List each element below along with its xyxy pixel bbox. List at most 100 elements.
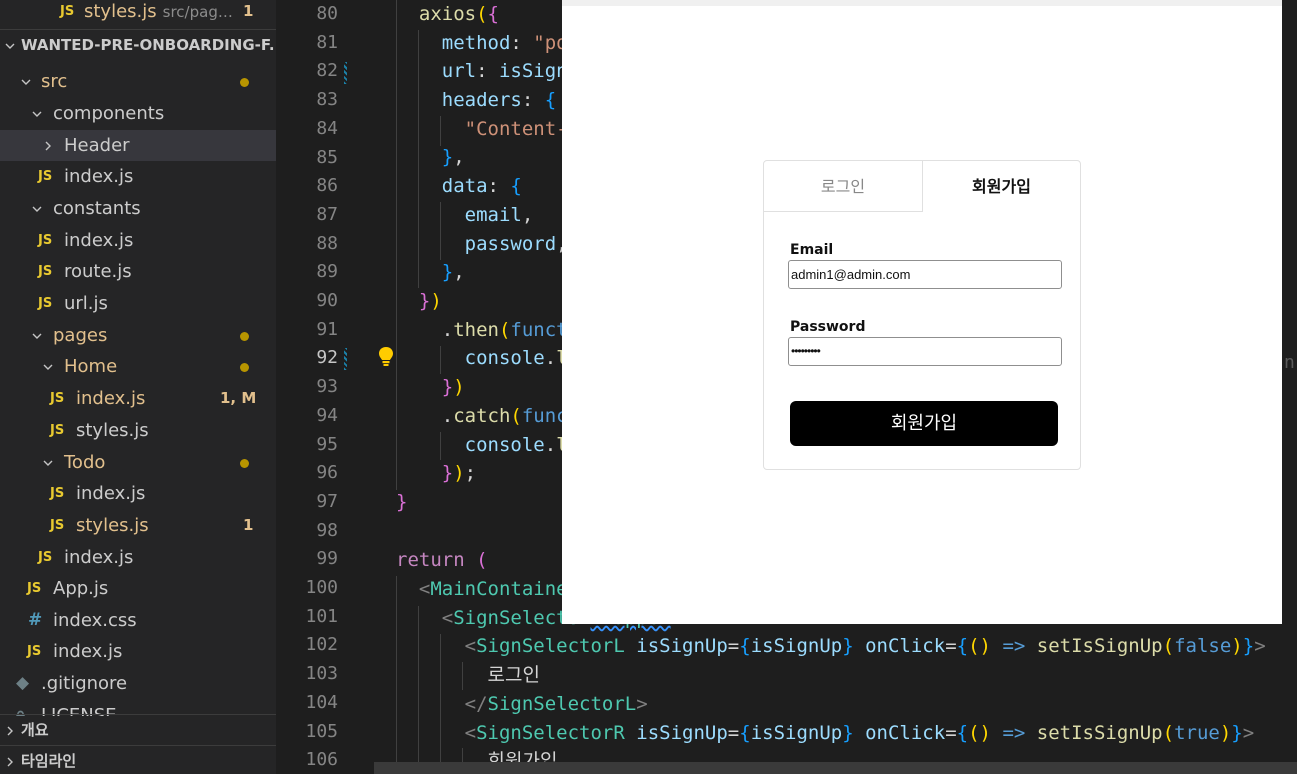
modified-dot: [240, 78, 249, 87]
line-number: 81: [316, 31, 338, 53]
tab-signup[interactable]: 회원가입: [923, 161, 1080, 212]
tree-item-file[interactable]: # index.css: [0, 605, 276, 636]
line-number: 95: [316, 433, 338, 455]
tree-item-file[interactable]: JS url.js: [0, 288, 276, 319]
javascript-file-icon: JS: [50, 423, 65, 438]
modified-line-marker: [344, 348, 347, 370]
tree-item-label: App.js: [53, 578, 109, 599]
tree-item-src[interactable]: src: [0, 66, 276, 97]
tab-login[interactable]: 로그인: [764, 161, 923, 212]
tree-item-label: styles.js: [76, 420, 149, 441]
project-name: WANTED-PRE-ONBOARDING-F...: [21, 36, 286, 54]
line-number: 98: [316, 519, 338, 541]
tree-item-file[interactable]: ◆ .gitignore: [0, 668, 276, 699]
line-number: 86: [316, 175, 338, 197]
browser-preview: 로그인 회원가입 Email admin1@admin.com Password…: [562, 0, 1282, 624]
tree-item-file[interactable]: JS index.js: [0, 225, 276, 256]
tree-item-file[interactable]: JS App.js: [0, 573, 276, 604]
javascript-file-icon: JS: [27, 644, 42, 659]
line-number: 92: [316, 347, 338, 369]
chevron-down-icon: [31, 98, 43, 129]
line-number: 99: [316, 548, 338, 570]
tree-item-todo[interactable]: Todo: [0, 447, 276, 478]
tree-item-label: index.js: [76, 483, 146, 504]
horizontal-scrollbar[interactable]: [374, 762, 1297, 774]
tree-item-file[interactable]: JS styles.js: [0, 415, 276, 446]
line-number: 82: [316, 60, 338, 82]
tree-item-file[interactable]: JS route.js: [0, 256, 276, 287]
tree-item-label: index.js: [64, 166, 134, 187]
open-editor-name: styles.js: [84, 1, 157, 22]
tree-item-label: .gitignore: [41, 673, 128, 694]
line-number: 102: [305, 634, 338, 656]
chevron-down-icon: [31, 193, 43, 224]
javascript-file-icon: JS: [60, 4, 75, 19]
tree-item-file[interactable]: JS index.js: [0, 636, 276, 667]
timeline-label: 타임라인: [21, 752, 77, 770]
tree-item-label: src: [41, 71, 68, 92]
modified-dot: [240, 459, 249, 468]
chevron-right-icon: [4, 746, 16, 774]
javascript-file-icon: JS: [50, 391, 65, 406]
explorer-sidebar: JS styles.js src/pag… 1 WANTED-PRE-ONBOAR…: [0, 0, 286, 774]
javascript-file-icon: JS: [50, 518, 65, 533]
line-number: 97: [316, 490, 338, 512]
code-line: <SignSelectorR isSignUp={isSignUp} onCli…: [464, 722, 1255, 744]
project-header[interactable]: WANTED-PRE-ONBOARDING-F...: [0, 29, 286, 60]
tree-item-label: index.js: [53, 641, 123, 662]
code-line: headers: {: [441, 89, 557, 111]
tree-item-home[interactable]: Home: [0, 351, 276, 382]
code-line: 로그인: [396, 664, 540, 686]
code-line: axios({: [418, 3, 499, 25]
auth-card: 로그인 회원가입 Email admin1@admin.com Password…: [763, 160, 1081, 470]
line-number: 84: [316, 117, 338, 139]
code-line: email,: [464, 204, 534, 226]
line-number: 80: [316, 3, 338, 24]
git-file-icon: ◆: [16, 673, 30, 693]
outline-section[interactable]: 개요: [0, 714, 276, 745]
tree-item-file[interactable]: JS index.js: [0, 161, 276, 192]
tree-item-file[interactable]: JS index.js: [0, 478, 276, 509]
tree-item-label: components: [53, 103, 165, 124]
line-number: 96: [316, 462, 338, 484]
tree-item-header[interactable]: Header: [0, 130, 276, 161]
tree-item-label: url.js: [64, 293, 108, 314]
line-number: 88: [316, 232, 338, 254]
line-number: 103: [305, 663, 338, 685]
tree-item-constants[interactable]: constants: [0, 193, 276, 224]
lightbulb-icon[interactable]: [378, 346, 394, 373]
javascript-file-icon: JS: [50, 486, 65, 501]
password-field[interactable]: •••••••••: [788, 337, 1062, 366]
javascript-file-icon: JS: [38, 550, 53, 565]
chevron-right-icon: [4, 715, 16, 746]
timeline-section[interactable]: 타임라인: [0, 745, 276, 774]
code-line: </SignSelectorL>: [464, 693, 648, 715]
tree-item-label: Header: [64, 135, 130, 156]
tree-item-label: index.js: [76, 388, 146, 409]
tree-item-label: route.js: [64, 261, 132, 282]
tree-item-file[interactable]: JS index.js: [0, 542, 276, 573]
chevron-down-icon: [42, 447, 54, 478]
code-line: }: [396, 491, 408, 513]
code-line: <SignSelectorL isSignUp={isSignUp} onCli…: [464, 635, 1266, 657]
tree-item-components[interactable]: components: [0, 98, 276, 129]
tree-item-pages[interactable]: pages: [0, 320, 276, 351]
tree-item-file[interactable]: JS styles.js 1: [0, 510, 276, 541]
tree-item-file[interactable]: JS index.js 1, M: [0, 383, 276, 414]
email-field[interactable]: admin1@admin.com: [788, 260, 1062, 289]
open-editor-item[interactable]: JS styles.js src/pag… 1: [0, 0, 276, 27]
line-number: 101: [305, 605, 338, 627]
chevron-down-icon: [20, 66, 32, 97]
line-number: 91: [316, 318, 338, 340]
code-line: },: [441, 261, 465, 283]
tree-item-label: index.js: [64, 230, 134, 251]
line-number: 105: [305, 720, 338, 742]
signup-button[interactable]: 회원가입: [790, 401, 1058, 446]
chevron-down-icon: [31, 320, 43, 351]
problem-badge: 1: [243, 2, 254, 20]
line-number: 94: [316, 404, 338, 426]
code-line: }): [441, 376, 465, 398]
open-editor-path: src/pag…: [162, 3, 233, 21]
code-line: password,: [464, 233, 568, 255]
javascript-file-icon: JS: [38, 169, 53, 184]
